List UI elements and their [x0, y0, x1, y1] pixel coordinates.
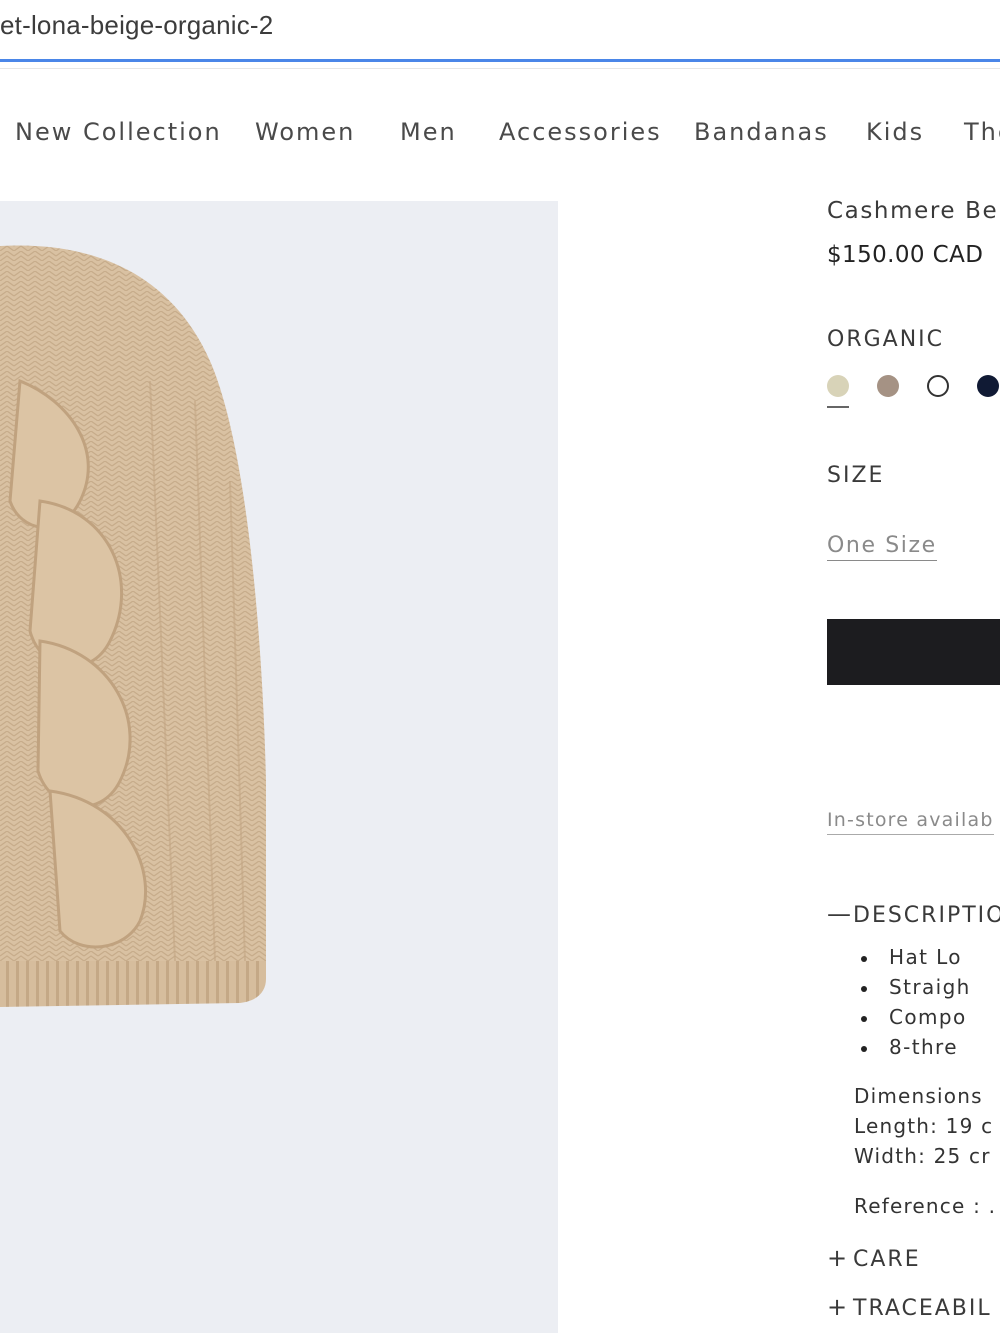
nav-item-men[interactable]: Men: [400, 118, 457, 146]
size-label: SIZE: [827, 463, 885, 488]
care-header: CARE: [853, 1247, 921, 1272]
product-details: Cashmere Be $150.00 CAD ORGANIC SIZE One…: [827, 190, 1000, 1333]
swatch-taupe[interactable]: [877, 375, 899, 397]
nav-item-bandanas[interactable]: Bandanas: [694, 118, 829, 146]
product-title: Cashmere Be: [827, 198, 999, 224]
list-item: Straigh: [861, 975, 971, 1005]
nav-item-the[interactable]: The: [964, 118, 1000, 146]
list-item: Compo: [861, 1005, 971, 1035]
dimensions-block: Dimensions Length: 19 c Width: 25 cr: [854, 1084, 993, 1174]
product-price: $150.00 CAD: [827, 242, 984, 268]
main-nav: New Collection Women Men Accessories Ban…: [0, 118, 1000, 154]
minus-icon: —: [827, 900, 853, 928]
traceability-toggle[interactable]: + TRACEABIL: [827, 1293, 992, 1321]
add-to-cart-button[interactable]: [827, 619, 1000, 685]
url-text[interactable]: et-lona-beige-organic-2: [0, 10, 273, 41]
color-swatches: [827, 375, 1000, 408]
dimensions-label: Dimensions: [854, 1084, 983, 1108]
dimension-width: Width: 25 cr: [854, 1144, 991, 1168]
address-bar[interactable]: et-lona-beige-organic-2: [0, 0, 1000, 62]
nav-item-new-collection[interactable]: New Collection: [15, 118, 222, 146]
swatch-beige[interactable]: [827, 375, 849, 397]
description-header: DESCRIPTIO: [853, 903, 1000, 928]
nav-item-women[interactable]: Women: [255, 118, 355, 146]
list-item: Hat Lo: [861, 945, 971, 975]
swatch-white[interactable]: [927, 375, 949, 397]
list-item: 8-thre: [861, 1035, 971, 1065]
care-toggle[interactable]: + CARE: [827, 1244, 921, 1272]
description-list: Hat Lo Straigh Compo 8-thre: [861, 945, 971, 1065]
in-store-availability-link[interactable]: In-store availab: [827, 809, 994, 835]
dimension-length: Length: 19 c: [854, 1114, 994, 1138]
selected-swatch-indicator: [827, 406, 849, 408]
plus-icon: +: [827, 1293, 850, 1321]
beanie-image: [0, 245, 266, 1007]
swatch-navy[interactable]: [977, 375, 999, 397]
product-image[interactable]: [0, 201, 558, 1333]
divider: [0, 68, 1000, 69]
color-label: ORGANIC: [827, 327, 945, 352]
size-option-one-size[interactable]: One Size: [827, 533, 937, 561]
nav-item-accessories[interactable]: Accessories: [499, 118, 662, 146]
description-toggle[interactable]: —DESCRIPTIO: [827, 900, 1000, 928]
plus-icon: +: [827, 1244, 850, 1272]
traceability-header: TRACEABIL: [853, 1296, 992, 1321]
nav-item-kids[interactable]: Kids: [866, 118, 924, 146]
reference-text: Reference : .: [854, 1194, 997, 1218]
